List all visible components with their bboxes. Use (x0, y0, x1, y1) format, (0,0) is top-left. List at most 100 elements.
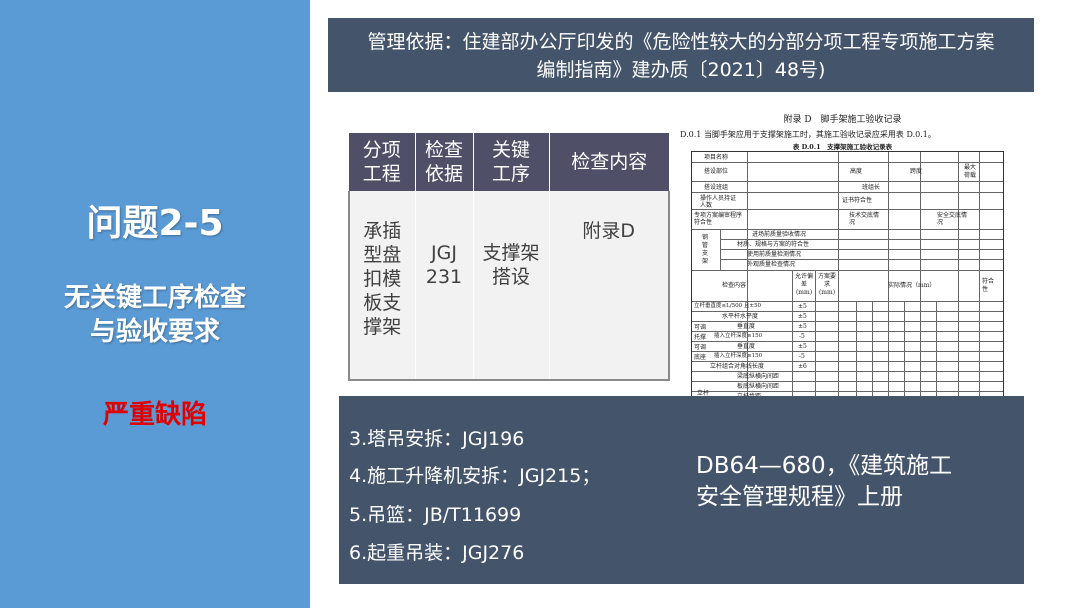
form-certificate: 证书符合性 (842, 197, 873, 204)
form-rule (720, 249, 1003, 250)
form-rule (692, 341, 1003, 342)
form-span: 跨度 (910, 168, 923, 175)
form-row-1: 立杆垂直度≤L/500 且±50 (694, 303, 761, 309)
form-check-entry: 进场前质量验收情况 (752, 231, 807, 238)
cell-key-process: 支撑架 搭设 (472, 191, 549, 381)
form-plan-req: 方案要求(mm) (817, 273, 836, 296)
cell-basis: JGJ 231 (414, 191, 473, 381)
form-safety-briefing: 安全交底情况 (937, 212, 968, 226)
form-row-2: 水平杆水平度 (722, 313, 759, 320)
form-tech-briefing: 技术交底情况 (849, 212, 880, 226)
form-val-1: ±5 (798, 303, 807, 310)
form-rule (692, 391, 1003, 392)
form-rule (838, 152, 839, 402)
form-rule (920, 152, 921, 402)
form-team: 搭设班组 (704, 184, 729, 191)
form-rule (958, 152, 959, 402)
form-rule (720, 239, 1003, 240)
form-rule (692, 270, 1003, 271)
standards-box: 3.塔吊安拆：JGJ196 4.施工升降机安拆：JGJ215； 5.吊篮：JB/… (339, 396, 1024, 584)
form-rule (815, 270, 816, 402)
form-rule (692, 229, 1003, 230)
local-standard-line2: 安全管理规程》上册 (696, 484, 903, 510)
form-row-5: 垂直度 (737, 343, 756, 350)
form-rule (872, 301, 873, 402)
form-row-4: 插入立杆深度≥150 (714, 333, 763, 339)
standard-item: 3.塔吊安拆：JGJ196 (349, 428, 525, 450)
form-operators: 操作人员持证人数 (700, 195, 737, 209)
form-val-6: -5 (799, 353, 805, 360)
standard-item: 6.起重吊装：JGJ276 (349, 542, 525, 564)
form-rule (936, 301, 937, 402)
form-height: 高度 (850, 168, 863, 175)
form-val-7: ±6 (798, 363, 807, 370)
inspection-table-header: 分项 工程 检查 依据 关键 工序 检查内容 (349, 133, 669, 191)
form-rule (692, 381, 1003, 382)
appendix-caption: 表 D.0.1 支撑架施工验收记录表 (792, 143, 893, 151)
banner-line1: 管理依据：住建部办公厅印发的《危险性较大的分部分项工程专项施工方案 (367, 31, 995, 53)
form-rule (692, 192, 1003, 193)
col-header-basis: 检查 依据 (414, 133, 473, 191)
cell-content: 附录D (548, 191, 670, 381)
form-row-5a: 可调底座 (694, 344, 707, 361)
issue-number: 问题2-5 (86, 203, 224, 244)
form-val-5: ±5 (798, 343, 807, 350)
form-rule (792, 270, 793, 402)
appendix-document-image: 附录 D 脚手架施工验收记录 D.0.1 当脚手架应用于支撑架施工时，其施工验收… (680, 110, 1005, 403)
form-rule (692, 361, 1003, 362)
acceptance-record-form: 项目名称 搭设部位 高度 跨度 最大荷载 搭设班组 班组长 操作人员持证人数 证… (691, 151, 1004, 403)
form-val-4: -5 (799, 333, 805, 340)
form-row-7: 立杆组合对角线长度 (710, 363, 765, 370)
form-rule (720, 229, 721, 270)
col-header-key-process: 关键 工序 (472, 133, 549, 191)
form-rule (692, 311, 1003, 312)
form-rule (692, 351, 1003, 352)
form-rule (692, 371, 1003, 372)
form-check-use: 使用前质量检测情况 (747, 251, 802, 258)
form-rule (692, 321, 1003, 322)
form-rule (692, 162, 1003, 163)
left-panel: 问题2-5 无关键工序检查 与验收要求 严重缺陷 (0, 0, 310, 608)
inspection-table: 分项 工程 检查 依据 关键 工序 检查内容 承插 型盘 扣模 板支 撑架 JGJ 2… (348, 133, 670, 381)
issue-title: 无关键工序检查 与验收要求 (0, 281, 310, 349)
standard-item: 5.吊篮：JB/T11699 (349, 504, 522, 526)
form-row-9: 板底纵横向间距 (737, 383, 780, 390)
form-conform: 符合性 (982, 278, 995, 293)
form-row-3a: 可调托撑 (694, 324, 707, 341)
form-rule (692, 331, 1003, 332)
form-rule (720, 259, 1003, 260)
form-row-3: 垂直度 (737, 323, 756, 330)
form-actual: 实际情况（mm） (888, 282, 936, 289)
form-row-6: 插入立杆深度≥150 (714, 353, 763, 359)
form-plan-compliance: 专项方案编审程序符合性 (694, 212, 743, 226)
issue-title-line2: 与验收要求 (89, 317, 220, 347)
form-rule (692, 301, 1003, 302)
form-inspect-item: 检查内容 (722, 282, 747, 289)
management-basis-banner: 管理依据：住建部办公厅印发的《危险性较大的分部分项工程专项施工方案 编制指南》建… (328, 18, 1034, 92)
form-rule (856, 301, 857, 402)
form-rule (904, 301, 905, 402)
cell-subproject: 承插 型盘 扣模 板支 撑架 (348, 191, 415, 381)
standard-item: 4.施工升降机安拆：JGJ215； (349, 465, 601, 487)
form-val-3: ±5 (798, 323, 807, 330)
form-team-leader: 班组长 (862, 184, 881, 191)
severity-label: 严重缺陷 (102, 400, 207, 430)
form-project-name: 项目名称 (704, 154, 729, 161)
banner-line2: 编制指南》建办质〔2021〕48号) (536, 59, 826, 81)
col-header-content: 检查内容 (548, 133, 669, 191)
appendix-title: 附录 D 脚手架施工验收记录 (783, 115, 902, 125)
form-rule (692, 209, 1003, 210)
form-rule (979, 152, 980, 402)
form-row-8: 梁底纵横向间距 (737, 373, 780, 380)
form-max-load: 最大荷载 (964, 164, 977, 179)
form-allowable: 允许偏差(mm) (794, 273, 813, 296)
form-val-2: ±5 (798, 313, 807, 320)
form-steel-tube: 钢管支架 (702, 234, 709, 265)
form-location: 搭设部位 (704, 168, 729, 175)
form-check-appearance: 外观质量检查情况 (747, 261, 796, 268)
local-standard-line1: DB64—680，《建筑施工 (696, 453, 953, 479)
form-rule (692, 181, 1003, 182)
issue-title-line1: 无关键工序检查 (63, 283, 246, 313)
appendix-note: D.0.1 当脚手架应用于支撑架施工时，其施工验收记录应采用表 D.0.1。 (680, 130, 936, 139)
form-rule (888, 152, 889, 402)
